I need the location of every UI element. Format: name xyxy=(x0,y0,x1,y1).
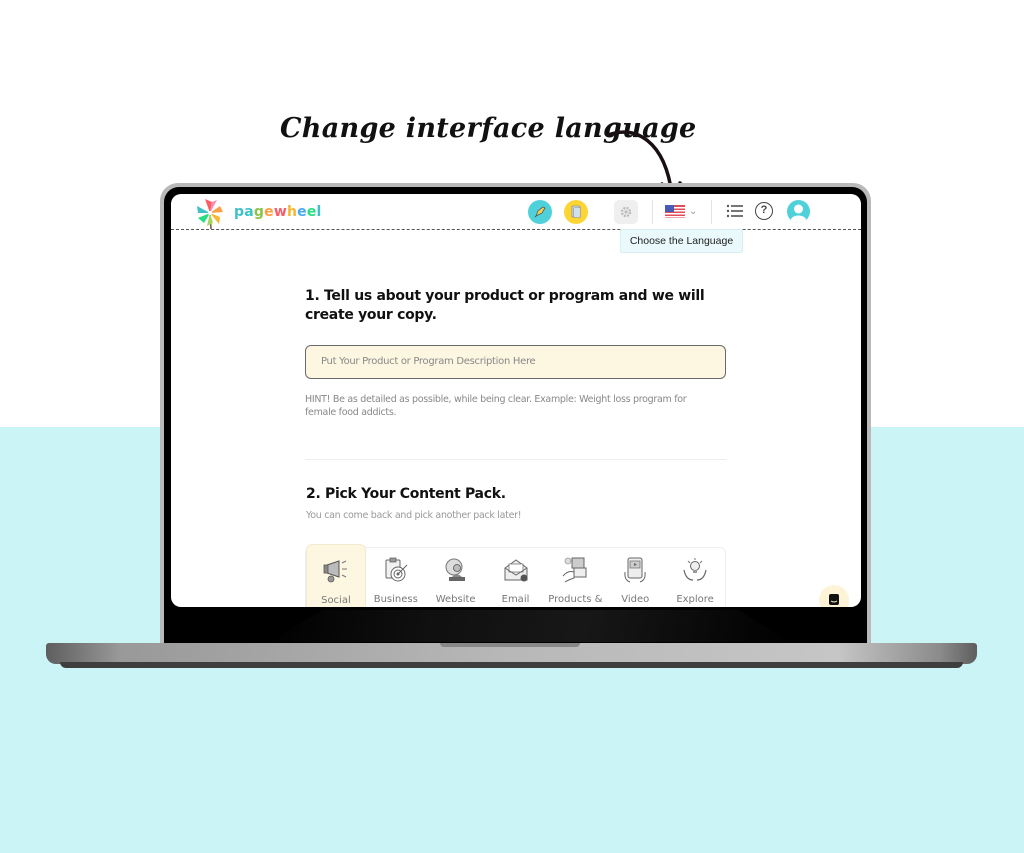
chat-button[interactable] xyxy=(819,585,849,607)
pack-label: Video Scripts xyxy=(621,594,650,605)
gear-icon xyxy=(620,206,632,218)
chat-icon xyxy=(829,594,839,605)
pack-label: Products & xyxy=(548,594,603,605)
step2-subtitle: You can come back and pick another pack … xyxy=(306,510,522,521)
pack-video-scripts[interactable]: Video Scripts xyxy=(605,548,665,607)
us-flag-icon[interactable] xyxy=(665,205,685,218)
pack-label: Email Marketing xyxy=(501,594,530,605)
language-tooltip: Choose the Language xyxy=(620,229,743,253)
pack-label: Website and/or xyxy=(435,594,476,605)
brand-letter: e xyxy=(264,204,274,220)
pack-label: Business Branding xyxy=(373,594,418,605)
pack-business-branding[interactable]: Business Branding xyxy=(366,548,426,607)
pinwheel-logo-icon[interactable] xyxy=(193,196,227,230)
email-icon xyxy=(504,559,527,582)
step1-hint: HINT! Be as detailed as possible, while … xyxy=(305,394,687,418)
pack-label: Explore xyxy=(676,594,714,605)
pack-products[interactable]: Products & xyxy=(545,548,605,607)
header-divider xyxy=(711,200,712,224)
laptop-base-shadow xyxy=(60,662,963,668)
step2-title: 2. Pick Your Content Pack. xyxy=(306,486,506,502)
brand-name[interactable]: pagewheel xyxy=(234,204,322,220)
user-silhouette-icon xyxy=(790,204,807,223)
pack-website[interactable]: Website and/or xyxy=(426,548,486,607)
pack-explore[interactable]: Explore xyxy=(665,548,725,607)
step1-title: 1. Tell us about your product or program… xyxy=(305,288,705,323)
pack-email-marketing[interactable]: Email Marketing xyxy=(486,548,546,607)
brand-letter: a xyxy=(244,204,254,220)
brand-letter: p xyxy=(234,204,245,220)
settings-button[interactable] xyxy=(614,200,638,224)
brand-letter: l xyxy=(316,204,322,220)
app-header: pagewheel ⌄ ? xyxy=(171,194,861,230)
help-icon[interactable]: ? xyxy=(755,202,773,220)
laptop-notch xyxy=(440,643,580,647)
product-card-icon xyxy=(562,557,587,583)
header-divider xyxy=(652,200,653,224)
rocket-icon xyxy=(534,206,546,218)
brand-letter: e xyxy=(297,204,307,220)
keyboard-reflection xyxy=(270,610,790,642)
pack-social-content[interactable]: Social Content xyxy=(306,544,366,607)
video-tablet-icon xyxy=(624,557,646,583)
section-divider xyxy=(305,459,726,460)
product-description-input[interactable]: Put Your Product or Program Description … xyxy=(305,345,726,379)
target-clipboard-icon xyxy=(385,557,408,582)
list-icon[interactable] xyxy=(726,203,744,219)
brand-letter: w xyxy=(273,204,287,220)
user-avatar-icon[interactable] xyxy=(787,200,810,223)
app-screen: pagewheel ⌄ ? Choose the Language 1. Tel… xyxy=(171,194,861,607)
rocket-button[interactable] xyxy=(528,200,552,224)
web-developer-icon xyxy=(445,558,465,581)
chevron-down-icon[interactable]: ⌄ xyxy=(689,206,697,217)
pack-label: Social Content xyxy=(321,595,351,606)
megaphone-icon xyxy=(323,560,347,583)
lightbulb-hands-icon xyxy=(683,558,707,581)
content-pack-list: Social Content Business Branding xyxy=(305,544,726,607)
brand-letter: g xyxy=(253,204,265,220)
brand-letter: h xyxy=(286,204,298,220)
brand-letter: e xyxy=(306,204,317,220)
document-button[interactable] xyxy=(564,200,588,224)
document-icon xyxy=(571,205,581,218)
